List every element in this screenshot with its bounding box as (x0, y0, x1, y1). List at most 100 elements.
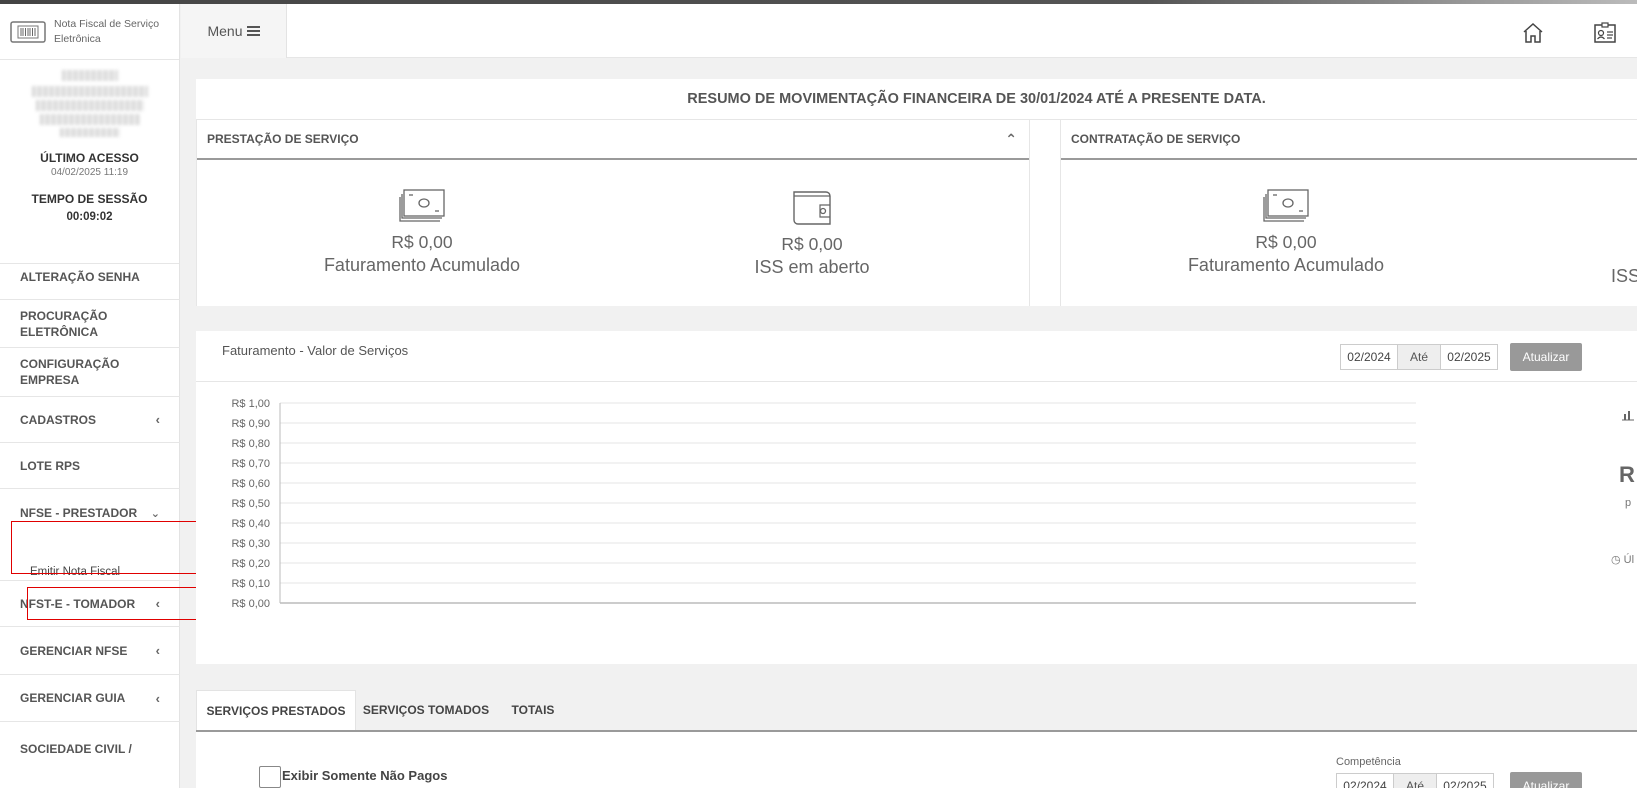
competencia-atualizar-button[interactable]: Atualizar (1510, 772, 1582, 788)
session-time-label: TEMPO DE SESSÃO (31, 192, 148, 206)
panel-header[interactable]: PRESTAÇÃO DE SERVIÇO ⌃ (197, 120, 1029, 160)
tab-servicos-tomados[interactable]: SERVIÇOS TOMADOS (356, 690, 496, 730)
side-stat-label: p (1625, 497, 1632, 509)
sidebar-item-lote-rps[interactable]: LOTE RPS (0, 443, 180, 489)
blurred-user-info (59, 128, 120, 137)
sidebar-item-label: ALTERAÇÃO SENHA (20, 269, 140, 284)
sidebar-item-label: NFSE - PRESTADOR (20, 506, 138, 520)
nao-pagos-checkbox[interactable] (259, 766, 281, 788)
metric-label: Faturamento Acumulado (323, 255, 521, 275)
ate-label: Até (1398, 344, 1440, 370)
hamburger-icon (246, 26, 260, 36)
blurred-username (61, 70, 118, 81)
y-tick-label: R$ 0,40 (231, 518, 270, 530)
brand[interactable]: Nota Fiscal de Serviço Eletrônica (0, 4, 179, 60)
chevron-up-icon[interactable]: ⌃ (1005, 131, 1017, 148)
brand-title: Nota Fiscal de Serviço Eletrônica (54, 17, 159, 47)
side-stat-last-label: Úl (1623, 554, 1635, 566)
side-stat-partial: R p ◷ Úl (1611, 399, 1637, 599)
panel-title: CONTRATAÇÃO DE SERVIÇO (1071, 132, 1241, 146)
competencia-ate-label: Até (1394, 773, 1436, 788)
metric-faturamento-acumulado: R$ 0,00 Faturamento Acumulado (1156, 188, 1416, 276)
service-tabs: SERVIÇOS PRESTADOS SERVIÇOS TOMADOS TOTA… (196, 690, 1637, 732)
competencia-to-input[interactable]: 02/2025 (1436, 773, 1494, 788)
chevron-left-icon: ‹ (155, 690, 160, 706)
panel-prestacao-servico: PRESTAÇÃO DE SERVIÇO ⌃ R$ 0,00 Faturamen… (196, 120, 1030, 306)
y-tick-label: R$ 0,10 (231, 578, 270, 590)
panel-header[interactable]: CONTRATAÇÃO DE SERVIÇO (1061, 120, 1637, 160)
top-header: Menu (181, 4, 1637, 58)
side-stat-value: R (1619, 462, 1635, 487)
chevron-down-icon: ⌄ (150, 507, 160, 520)
sidebar-item-sociedade-civil[interactable]: SOCIEDADE CIVIL / (0, 722, 180, 788)
brand-title-line1: Nota Fiscal de Serviço (54, 17, 160, 30)
user-profile: ÚLTIMO ACESSO 04/02/2025 11:19 TEMPO DE … (0, 70, 179, 264)
metric-label: ISS em aberto (754, 257, 870, 277)
metric-label: Faturamento Acumulado (1187, 255, 1385, 275)
sidebar-item-label-line1: PROCURAÇÃO (20, 308, 108, 323)
y-tick-label: R$ 0,30 (231, 538, 270, 550)
metric-label: ISS (1611, 266, 1637, 286)
sidebar: Nota Fiscal de Serviço Eletrônica ÚLTIMO… (0, 4, 180, 788)
billing-chart: R$ 0,00 R$ 0,10 R$ 0,20 R$ 0,30 R$ 0,40 R$ 0,… (231, 398, 1416, 610)
blurred-user-info (39, 114, 140, 125)
competencia-from-input[interactable]: 02/2024 (1336, 773, 1394, 788)
date-to-input[interactable]: 02/2025 (1440, 344, 1498, 370)
sidebar-item-alteracao-senha[interactable]: ALTERAÇÃO SENHA (0, 254, 180, 300)
y-tick-label: R$ 1,00 (231, 398, 270, 410)
cash-icon (1263, 189, 1309, 222)
bar-chart-icon (1622, 411, 1634, 421)
tab-totais[interactable]: TOTAIS (498, 690, 568, 730)
last-access-value: 04/02/2025 11:19 (50, 167, 129, 178)
sidebar-item-gerenciar-nfse[interactable]: GERENCIAR NFSE ‹ (0, 627, 180, 675)
divider (196, 381, 1637, 382)
chart-title: Faturamento - Valor de Serviços (222, 343, 409, 358)
sidebar-item-label: CONFIGURAÇÃO EMPRESA (20, 356, 119, 388)
wallet-icon (793, 191, 831, 225)
invoice-logo-icon (10, 20, 46, 43)
metric-iss-em-aberto: R$ 0,00 ISS em aberto (682, 184, 942, 278)
sidebar-item-procuracao-eletronica[interactable]: PROCURAÇÃO ELETRÔNICA (0, 300, 180, 348)
sidebar-item-label: LOTE RPS (20, 458, 81, 473)
competencia-label: Competência (1336, 756, 1401, 768)
metric-value: R$ 0,00 (781, 234, 843, 254)
y-tick-label: R$ 0,70 (231, 458, 270, 470)
sidebar-item-label: SOCIEDADE CIVIL / (20, 742, 132, 756)
id-card-icon[interactable] (1593, 21, 1617, 45)
sidebar-item-label: CADASTROS (20, 412, 97, 427)
y-tick-label: R$ 0,00 (231, 598, 270, 610)
sidebar-item-cadastros[interactable]: CADASTROS ‹ (0, 397, 180, 443)
sidebar-item-gerenciar-guia[interactable]: GERENCIAR GUIA ‹ (0, 675, 180, 722)
y-tick-label: R$ 0,20 (231, 558, 270, 570)
panel-title: PRESTAÇÃO DE SERVIÇO (207, 132, 359, 146)
atualizar-button[interactable]: Atualizar (1510, 343, 1582, 371)
home-icon[interactable] (1521, 21, 1545, 45)
sidebar-item-configuracao-empresa[interactable]: CONFIGURAÇÃO EMPRESA (0, 348, 180, 397)
sidebar-item-label: GERENCIAR NFSE (20, 643, 128, 658)
cash-icon (399, 189, 445, 222)
blurred-user-info (35, 100, 144, 111)
metric-value: R$ 0,00 (1255, 232, 1317, 252)
y-tick-label: R$ 0,80 (231, 438, 270, 450)
y-tick-label: R$ 0,60 (231, 478, 270, 490)
date-from-input[interactable]: 02/2024 (1340, 344, 1398, 370)
side-stat-last-update: ◷ Úl (1611, 553, 1634, 566)
sidebar-item-label-line2: ELETRÔNICA (20, 324, 98, 339)
sidebar-item-label-line2: EMPRESA (20, 373, 80, 387)
chevron-left-icon: ‹ (155, 643, 160, 658)
menu-label: Menu (207, 23, 243, 39)
session-time-value: 00:09:02 (66, 211, 113, 223)
last-access-label: ÚLTIMO ACESSO (40, 151, 139, 165)
summary-title: RESUMO DE MOVIMENTAÇÃO FINANCEIRA DE 30/… (196, 79, 1637, 120)
chart-panel: Faturamento - Valor de Serviços 02/2024 … (196, 331, 1637, 664)
metric-value: R$ 0,00 (391, 232, 453, 252)
panel-contratacao-servico: CONTRATAÇÃO DE SERVIÇO R$ 0,00 Faturamen… (1060, 120, 1637, 306)
sidebar-item-label: GERENCIAR GUIA (20, 691, 126, 705)
y-tick-label: R$ 0,50 (231, 498, 270, 510)
metric-iss-partial: ISS (1611, 264, 1637, 287)
tab-servicos-prestados[interactable]: SERVIÇOS PRESTADOS (196, 690, 356, 730)
brand-title-line2: Eletrônica (54, 32, 101, 45)
menu-button[interactable]: Menu (181, 4, 287, 58)
chevron-left-icon: ‹ (155, 412, 160, 427)
tab-content: Exibir Somente Não Pagos Competência 02/… (196, 732, 1637, 788)
